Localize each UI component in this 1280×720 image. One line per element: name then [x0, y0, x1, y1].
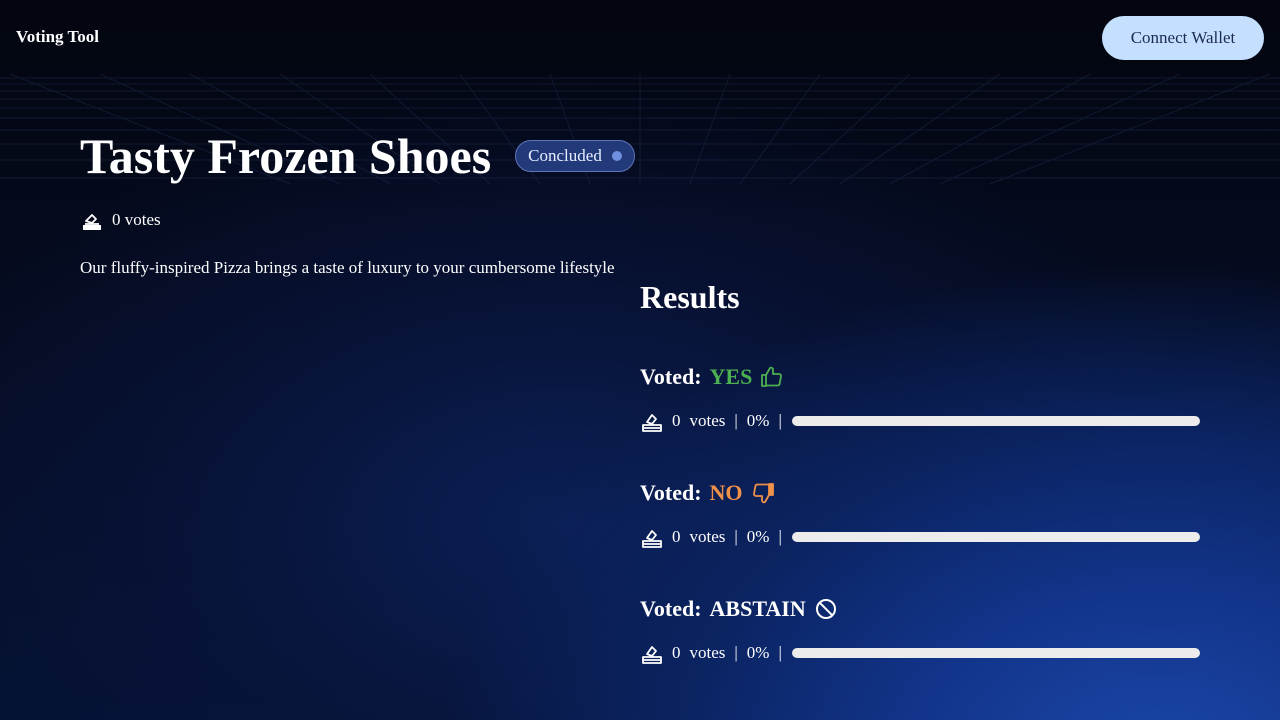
- status-badge: Concluded: [515, 140, 635, 172]
- status-dot: [611, 151, 622, 161]
- vote-count: 0: [672, 643, 681, 662]
- voted-label: Voted:: [640, 480, 702, 505]
- vote-unit: votes: [689, 643, 726, 662]
- result-yes-header: Voted: YES: [640, 362, 1200, 392]
- result-abstain-header: Voted: ABSTAIN: [640, 594, 1200, 624]
- voted-label: Voted:: [640, 596, 702, 621]
- separator: |: [778, 527, 782, 546]
- proposal-title: Tasty Frozen Shoes: [80, 128, 492, 184]
- progress-bar: [791, 532, 1200, 542]
- thumbs-up-icon: [761, 366, 783, 387]
- voted-label: Voted:: [640, 364, 702, 389]
- proposal-header: Tasty Frozen Shoes Concluded: [80, 126, 635, 186]
- separator: |: [734, 411, 738, 430]
- result-no-header: Voted: NO: [640, 478, 1200, 508]
- total-votes: 0 votes: [80, 208, 161, 232]
- top-bar: Voting Tool Connect Wallet: [0, 0, 1280, 76]
- ban-icon: [815, 599, 836, 619]
- progress-bar: [791, 416, 1200, 426]
- app-title: Voting Tool: [16, 27, 99, 46]
- thumbs-down-icon: [752, 483, 774, 504]
- vote-unit: votes: [689, 411, 726, 430]
- result-abstain-stats: 0 votes | 0% |: [640, 640, 1200, 666]
- separator: |: [778, 411, 782, 430]
- choice-label-no: NO: [709, 480, 743, 505]
- result-yes-stats: 0 votes | 0% |: [640, 408, 1200, 434]
- progress-bar: [791, 648, 1200, 658]
- result-yes: Voted: YES 0 votes | 0% |: [640, 362, 1200, 434]
- results-heading: Results: [640, 279, 740, 315]
- result-no: Voted: NO 0 votes | 0% |: [640, 478, 1200, 550]
- separator: |: [778, 643, 782, 662]
- proposal-description: Our fluffy-inspired Pizza brings a taste…: [80, 258, 615, 277]
- choice-label-abstain: ABSTAIN: [709, 596, 806, 621]
- connect-wallet-button[interactable]: Connect Wallet: [1102, 16, 1264, 60]
- ballot-box-icon: [642, 414, 662, 432]
- separator: |: [734, 527, 738, 546]
- total-votes-unit: votes: [124, 210, 161, 229]
- ballot-box-icon: [642, 530, 662, 548]
- ballot-box-icon: [83, 214, 101, 230]
- status-label: Concluded: [528, 146, 602, 165]
- vote-count: 0: [672, 411, 681, 430]
- result-no-stats: 0 votes | 0% |: [640, 524, 1200, 550]
- separator: |: [734, 643, 738, 662]
- vote-percent: 0%: [746, 643, 770, 662]
- total-votes-count: 0: [112, 210, 121, 229]
- vote-percent: 0%: [746, 411, 770, 430]
- ballot-box-icon: [642, 646, 662, 664]
- choice-label-yes: YES: [709, 364, 753, 389]
- result-abstain: Voted: ABSTAIN 0 votes | 0% |: [640, 594, 1200, 666]
- vote-count: 0: [672, 527, 681, 546]
- vote-unit: votes: [689, 527, 726, 546]
- vote-percent: 0%: [746, 527, 770, 546]
